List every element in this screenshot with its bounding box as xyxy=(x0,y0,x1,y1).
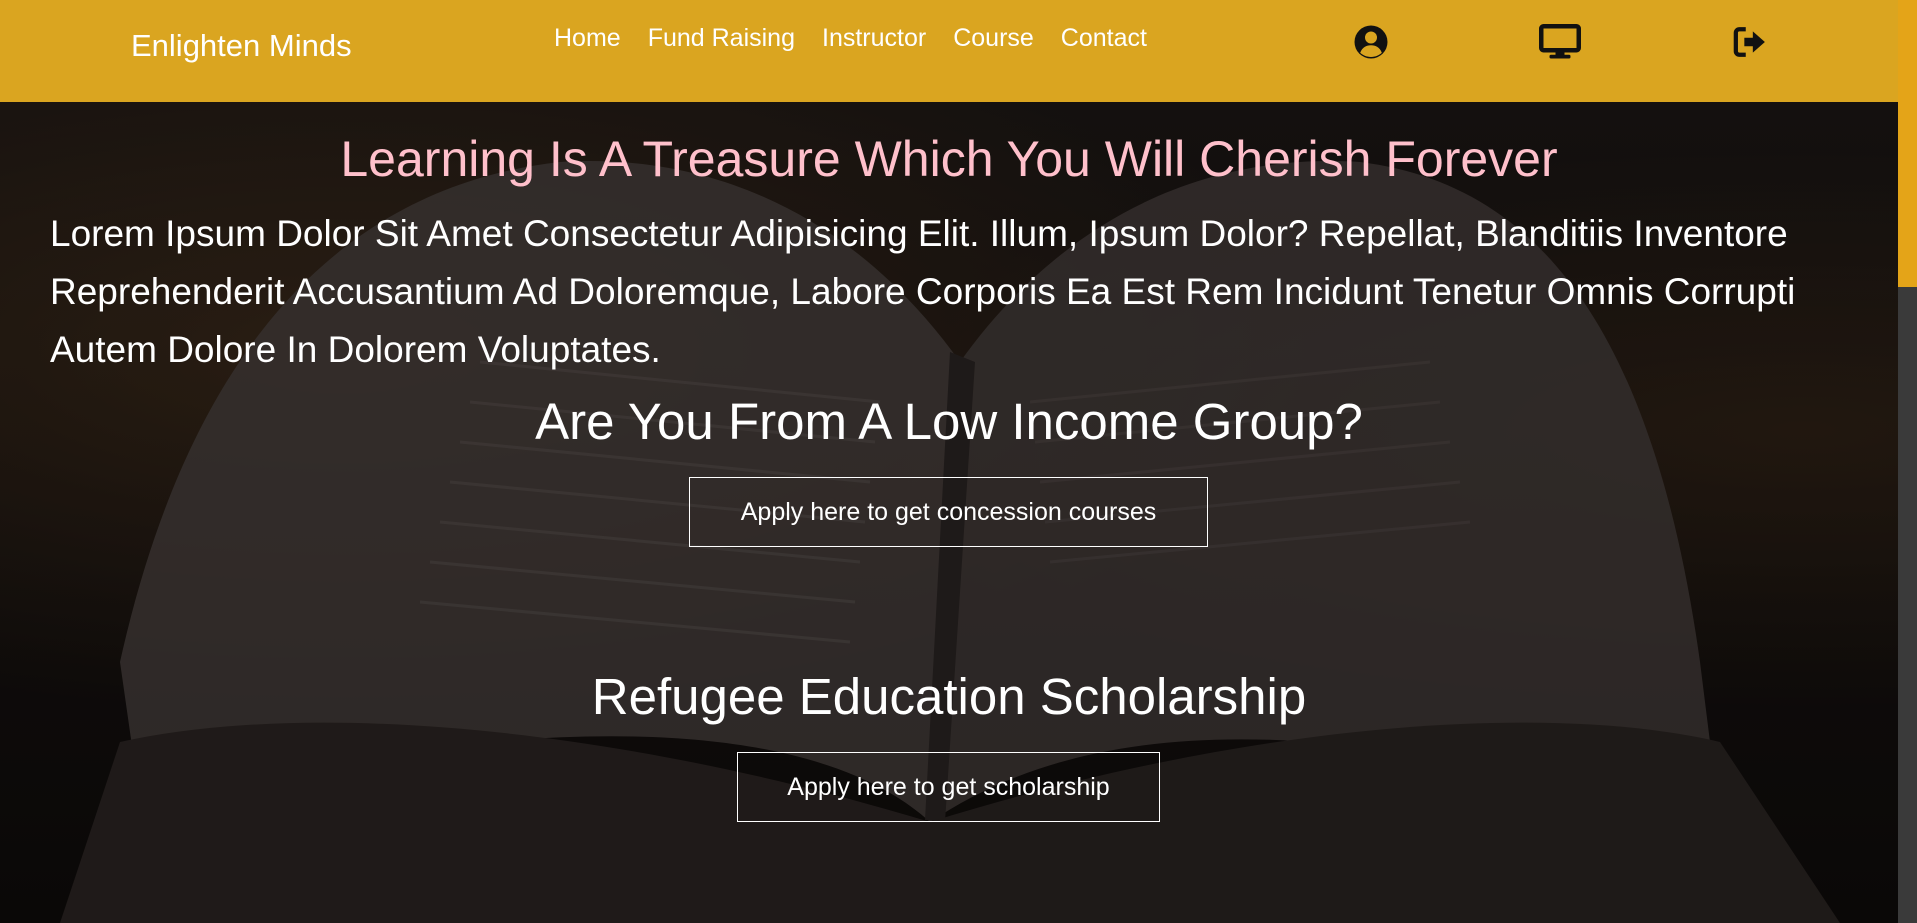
monitor-icon[interactable] xyxy=(1539,24,1581,60)
sign-out-icon[interactable] xyxy=(1733,24,1767,60)
hero-intro-text: Lorem Ipsum Dolor Sit Amet Consectetur A… xyxy=(50,213,1796,370)
nav-contact[interactable]: Contact xyxy=(1061,24,1147,53)
apply-concession-button[interactable]: Apply here to get concession courses xyxy=(689,477,1208,547)
brand-logo-text[interactable]: Enlighten Minds xyxy=(131,28,352,64)
page-scrollbar[interactable] xyxy=(1898,0,1917,923)
apply-scholarship-button[interactable]: Apply here to get scholarship xyxy=(737,752,1160,822)
nav-instructor[interactable]: Instructor xyxy=(822,24,926,53)
nav-fund-raising[interactable]: Fund Raising xyxy=(648,24,795,53)
hero-headline: Learning Is A Treasure Which You Will Ch… xyxy=(340,131,1558,187)
nav-course[interactable]: Course xyxy=(953,24,1034,53)
user-circle-icon[interactable] xyxy=(1353,24,1389,60)
scholarship-heading: Refugee Education Scholarship xyxy=(591,668,1307,725)
top-nav-bar: Enlighten Minds Home Fund Raising Instru… xyxy=(0,0,1898,102)
scrollbar-thumb[interactable] xyxy=(1898,0,1917,287)
nav-home[interactable]: Home xyxy=(554,24,621,53)
main-nav: Home Fund Raising Instructor Course Cont… xyxy=(554,24,1147,53)
concession-heading: Are You From A Low Income Group? xyxy=(535,393,1363,450)
